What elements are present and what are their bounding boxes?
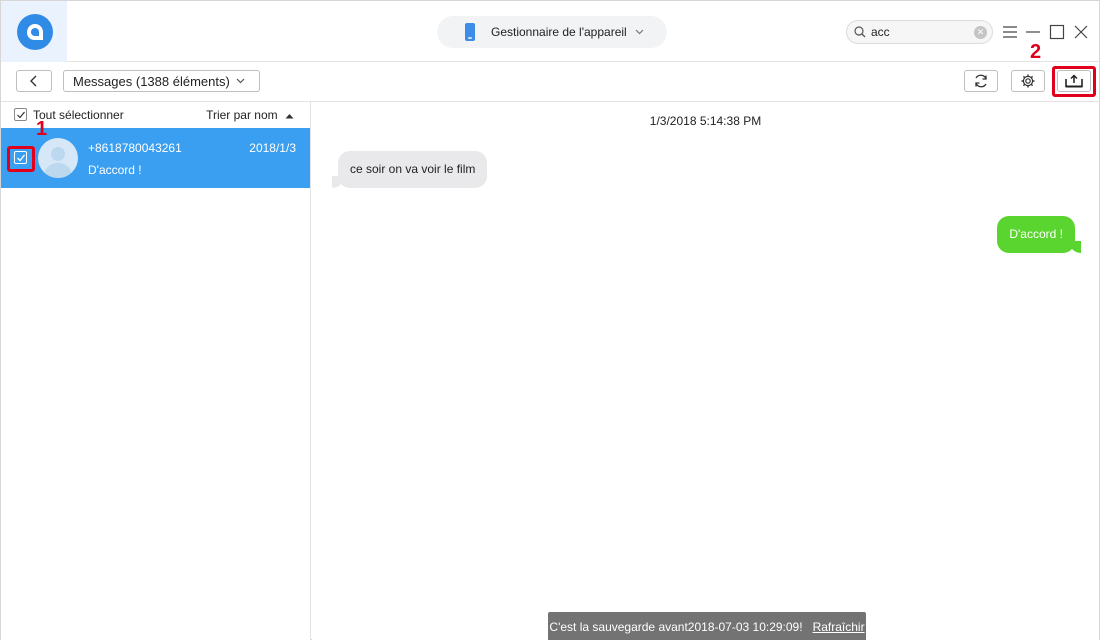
export-highlight	[1052, 66, 1096, 97]
annotation-marker-1: 1	[36, 118, 48, 140]
gear-icon	[1021, 74, 1035, 88]
list-header: Tout sélectionner Trier par nom	[1, 102, 310, 127]
conversation-timestamp: 1/3/2018 5:14:38 PM	[649, 114, 762, 128]
category-dropdown[interactable]: Messages (1388 éléments)	[63, 70, 260, 92]
app-logo-icon	[17, 14, 53, 50]
outgoing-message-bubble: D'accord !	[997, 216, 1081, 253]
clear-search-icon[interactable]: ✕	[974, 26, 987, 39]
device-manager-label: Gestionnaire de l'appareil	[491, 25, 627, 39]
message-text: D'accord !	[1009, 227, 1063, 241]
search-icon	[853, 25, 867, 39]
sort-label: Trier par nom	[206, 108, 278, 122]
checkbox-highlight	[7, 146, 35, 172]
avatar	[38, 138, 78, 178]
title-bar: Gestionnaire de l'appareil ✕ 2	[1, 1, 1099, 63]
select-all-checkbox[interactable]	[14, 108, 27, 121]
close-icon[interactable]	[1072, 23, 1090, 41]
refresh-button[interactable]	[964, 70, 998, 92]
chevron-down-icon	[635, 27, 644, 38]
back-button[interactable]	[16, 70, 52, 92]
search-input[interactable]	[871, 25, 971, 39]
message-date: 2018/1/3	[249, 141, 296, 155]
menu-icon[interactable]	[1001, 23, 1019, 41]
logo-area	[1, 1, 67, 62]
backup-status-text: C'est la sauvegarde avant2018-07-03 10:2…	[549, 619, 803, 634]
app-window: Gestionnaire de l'appareil ✕ 2	[0, 0, 1100, 640]
conversation-panel: 1/3/2018 5:14:38 PM ce soir on va voir l…	[312, 102, 1099, 640]
message-preview: D'accord !	[88, 163, 142, 177]
refresh-icon	[975, 74, 987, 88]
device-manager-dropdown[interactable]: Gestionnaire de l'appareil	[437, 16, 667, 48]
sort-up-icon	[285, 114, 294, 119]
list-item[interactable]: +8618780043261 2018/1/3 D'accord !	[1, 128, 310, 188]
incoming-message-bubble: ce soir on va voir le film	[331, 151, 488, 188]
maximize-icon[interactable]	[1048, 23, 1066, 41]
contact-list-panel: Tout sélectionner Trier par nom +8618780…	[1, 102, 311, 640]
search-box: ✕	[846, 20, 993, 44]
backup-status-toast: C'est la sauvegarde avant2018-07-03 10:2…	[548, 612, 866, 640]
message-text: ce soir on va voir le film	[350, 162, 476, 176]
settings-button[interactable]	[1011, 70, 1045, 92]
annotation-marker-2: 2	[1030, 41, 1042, 63]
minimize-icon[interactable]	[1024, 23, 1042, 41]
chevron-left-icon	[30, 75, 37, 87]
phone-icon	[465, 23, 475, 41]
refresh-link[interactable]: Rafraîchir	[813, 620, 865, 634]
sort-by-name-button[interactable]: Trier par nom	[206, 108, 294, 122]
contact-number: +8618780043261	[88, 141, 182, 155]
toolbar: Messages (1388 éléments)	[1, 62, 1099, 102]
chevron-down-icon	[236, 76, 245, 87]
category-label: Messages (1388 éléments)	[73, 73, 230, 89]
